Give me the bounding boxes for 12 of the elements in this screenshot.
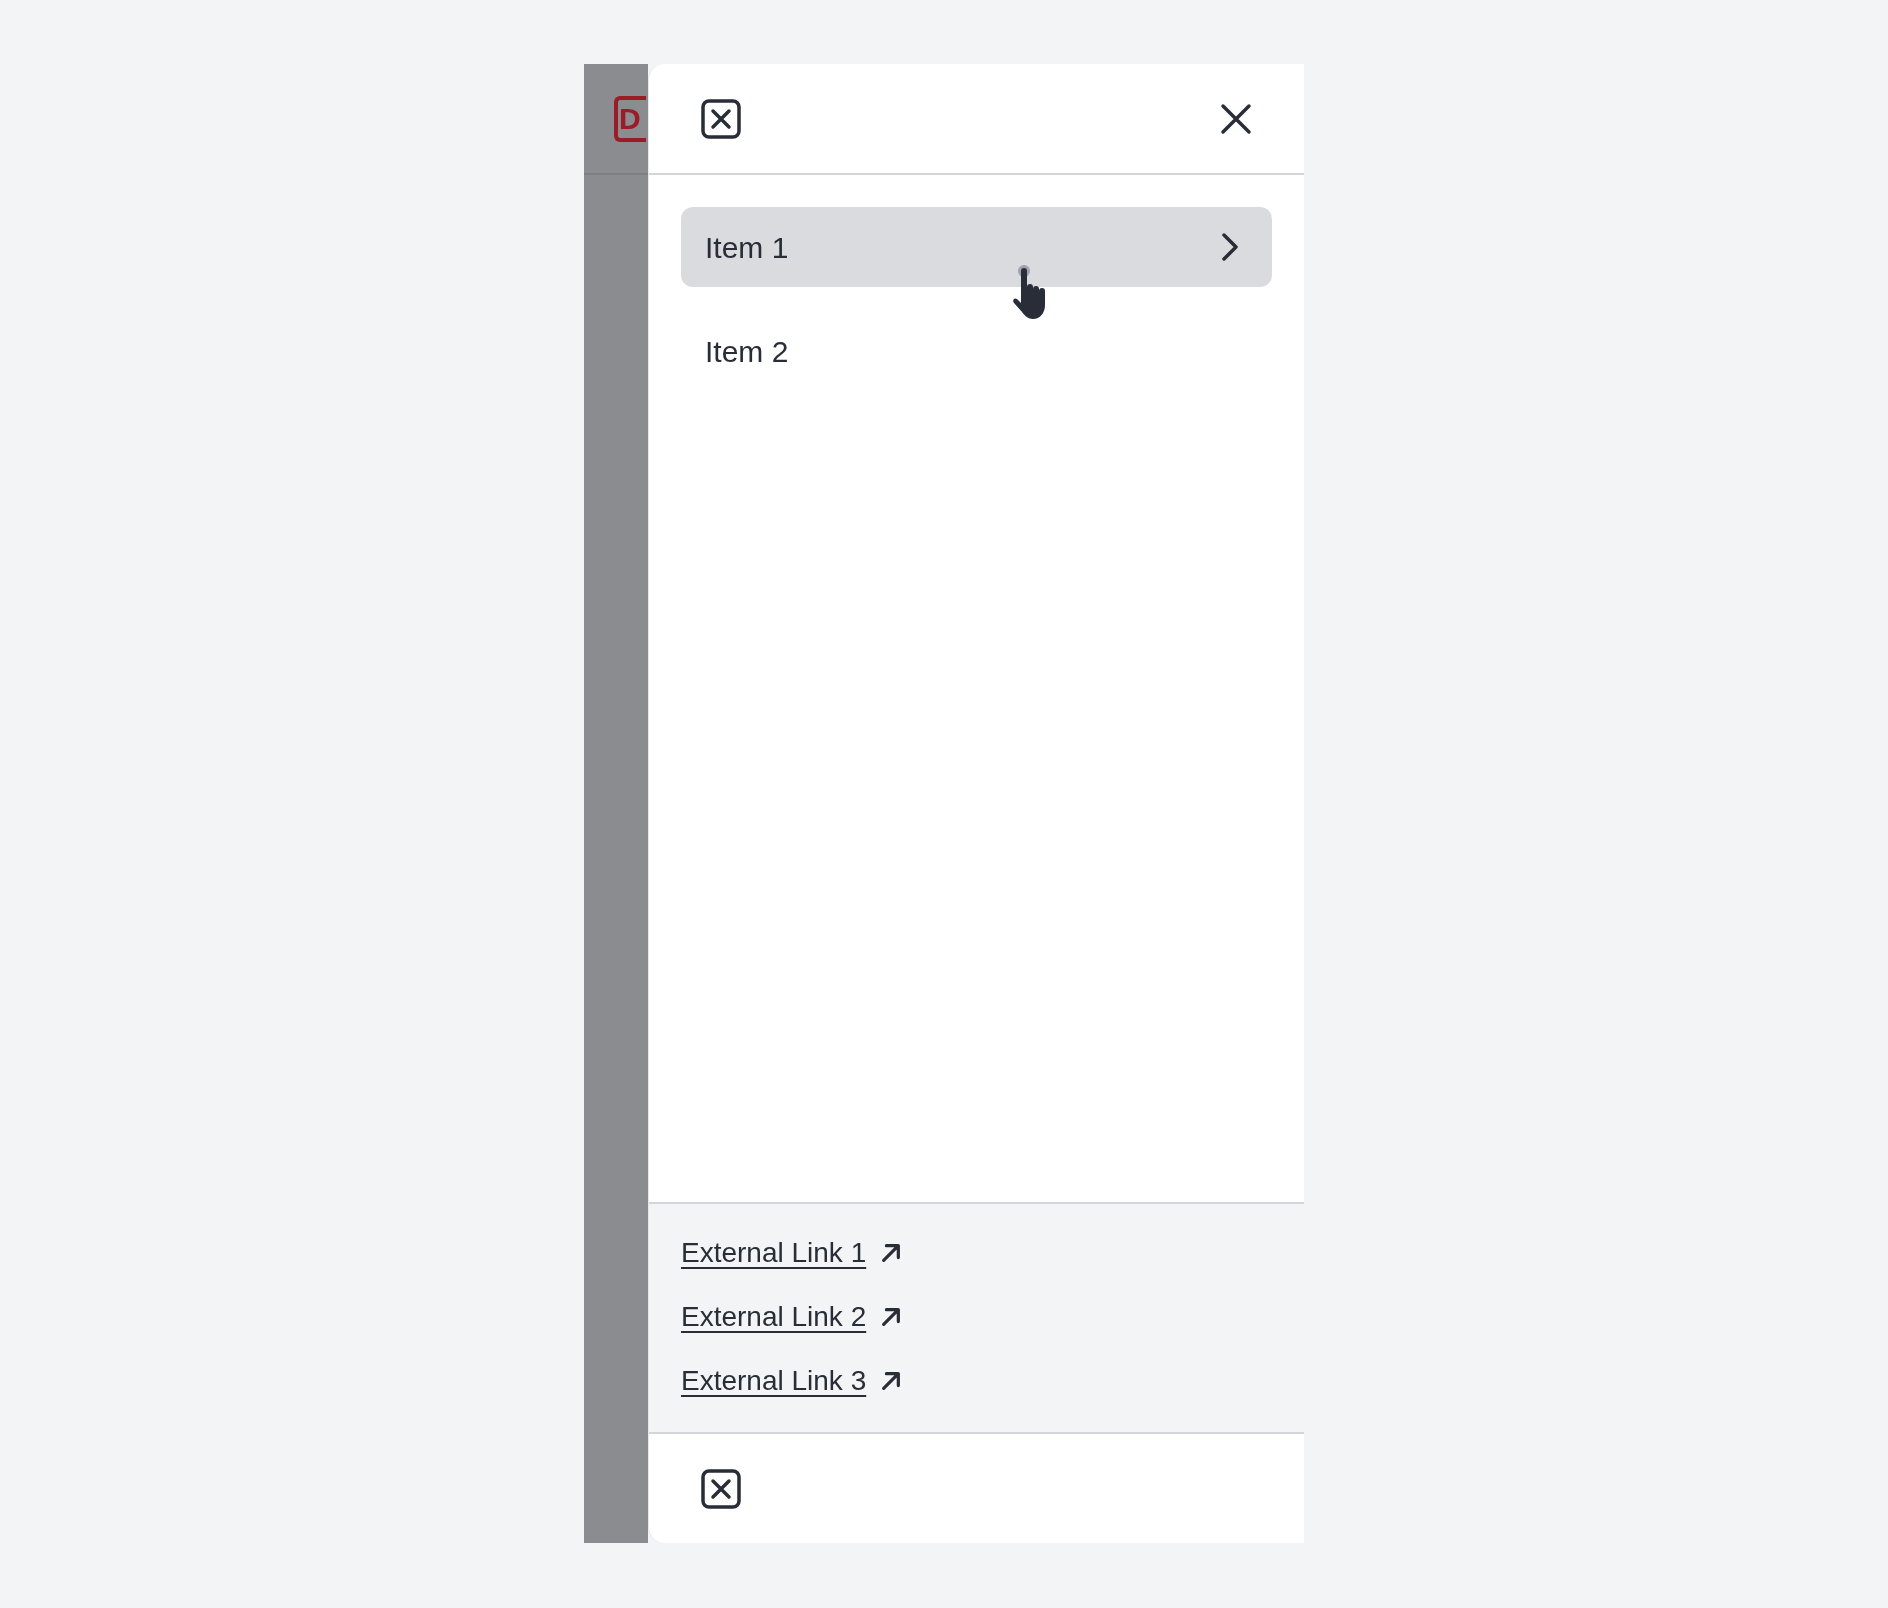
arrow-up-right-icon	[880, 1306, 903, 1328]
close-square-icon[interactable]	[701, 98, 741, 139]
close-icon[interactable]	[1220, 102, 1252, 135]
external-link[interactable]: External Link 3	[681, 1362, 867, 1400]
external-link[interactable]: External Link 1	[681, 1234, 867, 1272]
arrow-up-right-icon	[880, 1370, 903, 1392]
logo-letter: D	[619, 103, 641, 134]
close-square-icon[interactable]	[701, 1468, 741, 1509]
nav-item[interactable]: Item 2	[681, 311, 1272, 391]
arrow-up-right-icon	[880, 1242, 903, 1264]
nav-item[interactable]: Item 1	[681, 207, 1272, 287]
external-link[interactable]: External Link 2	[681, 1298, 867, 1336]
